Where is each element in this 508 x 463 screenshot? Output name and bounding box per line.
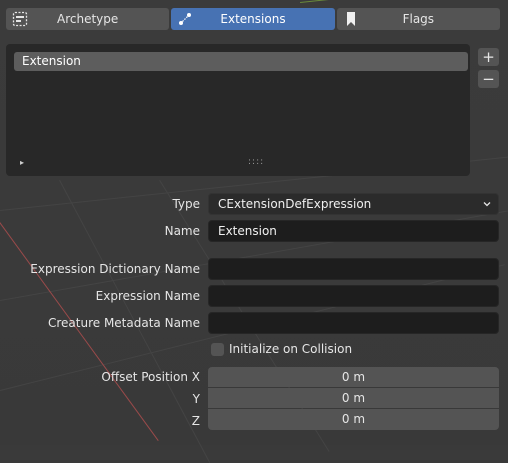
- expression-dictionary-name-label: Expression Dictionary Name: [30, 262, 200, 276]
- expression-name-input[interactable]: [208, 285, 499, 307]
- resize-grip-icon[interactable]: ::::: [248, 157, 264, 167]
- tab-extensions[interactable]: Extensions: [171, 8, 335, 30]
- remove-extension-button[interactable]: −: [478, 70, 499, 88]
- initialize-on-collision-label[interactable]: Initialize on Collision: [229, 342, 352, 356]
- expression-name-label: Expression Name: [95, 289, 200, 303]
- offset-y-field[interactable]: 0 m: [208, 388, 499, 408]
- initialize-on-collision-checkbox[interactable]: [211, 343, 224, 356]
- offset-position-x-label: Offset Position X: [101, 370, 200, 384]
- tab-archetype-label: Archetype: [57, 12, 119, 26]
- offset-y-value: 0 m: [341, 391, 366, 405]
- name-label: Name: [164, 224, 200, 238]
- list-box-icon: [12, 11, 28, 27]
- offset-position-z-label: Z: [191, 414, 200, 428]
- bookmark-icon: [346, 12, 355, 26]
- offset-z-value: 0 m: [341, 412, 366, 426]
- tab-flags-label: Flags: [402, 12, 435, 26]
- type-dropdown[interactable]: CExtensionDefExpression: [208, 193, 499, 215]
- type-label: Type: [172, 197, 200, 211]
- node-link-icon: [179, 13, 192, 25]
- name-value: Extension: [218, 224, 277, 238]
- expression-dictionary-name-input[interactable]: [208, 258, 499, 280]
- list-item-label: Extension: [22, 54, 81, 68]
- tab-extensions-label: Extensions: [220, 12, 286, 26]
- chevron-down-icon: [483, 202, 491, 207]
- type-value: CExtensionDefExpression: [218, 197, 372, 211]
- extensions-list[interactable]: Extension ▸ ::::: [6, 44, 470, 176]
- offset-x-field[interactable]: 0 m: [208, 367, 499, 387]
- name-input[interactable]: Extension: [208, 220, 499, 242]
- offset-position-y-label: Y: [192, 392, 200, 406]
- properties-tab-bar: Archetype Extensions Flags: [6, 8, 500, 30]
- creature-metadata-name-input[interactable]: [208, 312, 499, 334]
- expand-filter-icon[interactable]: ▸: [20, 158, 24, 167]
- offset-x-value: 0 m: [341, 370, 366, 384]
- offset-z-field[interactable]: 0 m: [208, 409, 499, 430]
- tab-archetype[interactable]: Archetype: [6, 8, 170, 30]
- add-extension-button[interactable]: +: [478, 48, 499, 66]
- list-item[interactable]: Extension: [14, 52, 468, 71]
- tab-flags[interactable]: Flags: [336, 8, 500, 30]
- creature-metadata-name-label: Creature Metadata Name: [47, 316, 200, 330]
